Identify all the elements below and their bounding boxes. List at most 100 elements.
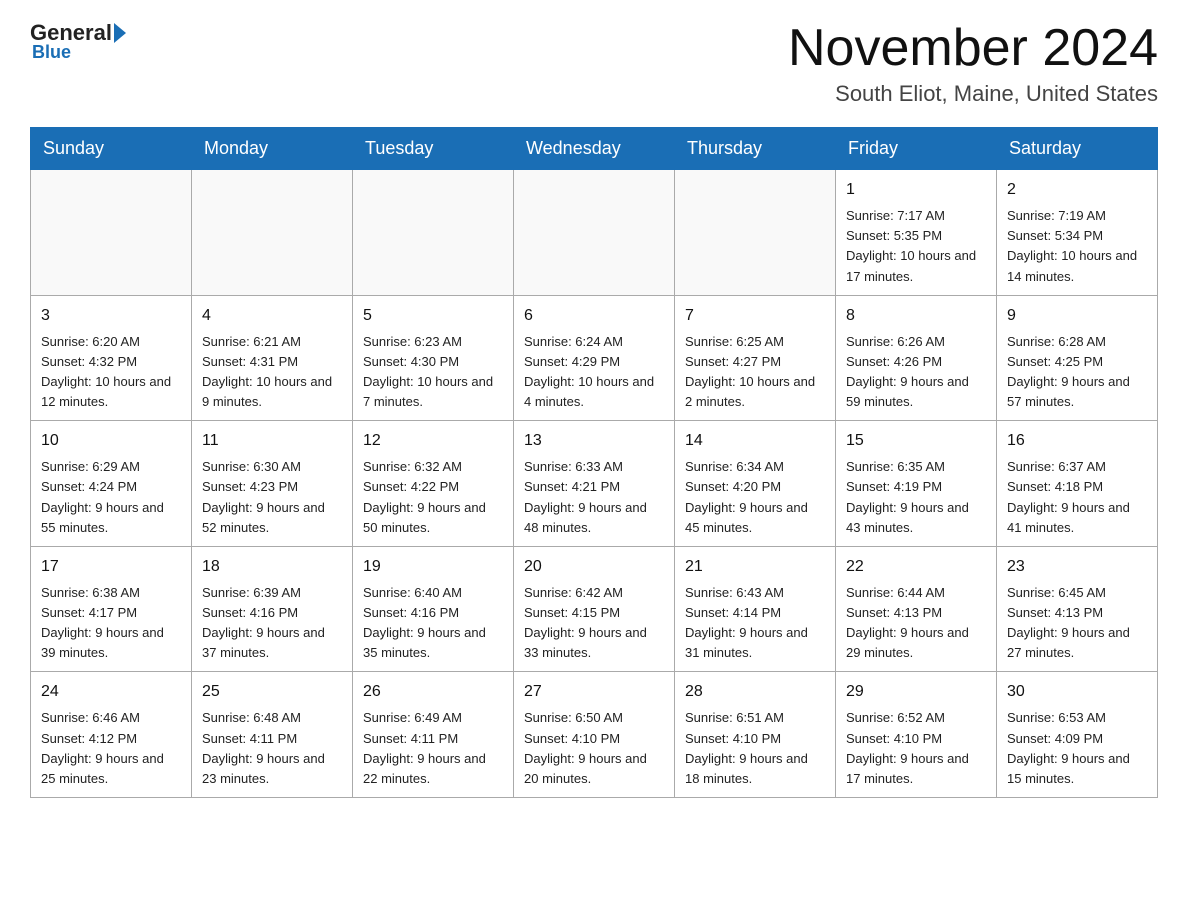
- table-row: 23 Sunrise: 6:45 AMSunset: 4:13 PMDayligh…: [997, 546, 1158, 672]
- day-number: 27: [524, 680, 664, 704]
- page-header: General Blue November 2024 South Eliot, …: [30, 20, 1158, 107]
- logo-blue-text: Blue: [30, 42, 71, 63]
- day-number: 6: [524, 304, 664, 328]
- day-number: 2: [1007, 178, 1147, 202]
- day-number: 22: [846, 555, 986, 579]
- day-number: 13: [524, 429, 664, 453]
- day-info: Sunrise: 6:20 AMSunset: 4:32 PMDaylight:…: [41, 332, 181, 413]
- day-number: 21: [685, 555, 825, 579]
- week-row-1: 1 Sunrise: 7:17 AMSunset: 5:35 PMDaylight…: [31, 170, 1158, 296]
- day-number: 1: [846, 178, 986, 202]
- day-number: 29: [846, 680, 986, 704]
- day-info: Sunrise: 6:44 AMSunset: 4:13 PMDaylight:…: [846, 583, 986, 664]
- table-row: 14 Sunrise: 6:34 AMSunset: 4:20 PMDayligh…: [675, 421, 836, 547]
- week-row-4: 17 Sunrise: 6:38 AMSunset: 4:17 PMDayligh…: [31, 546, 1158, 672]
- day-info: Sunrise: 6:23 AMSunset: 4:30 PMDaylight:…: [363, 332, 503, 413]
- week-row-2: 3 Sunrise: 6:20 AMSunset: 4:32 PMDaylight…: [31, 295, 1158, 421]
- table-row: 27Sunrise: 6:50 AMSunset: 4:10 PMDayligh…: [514, 672, 675, 798]
- table-row: 6 Sunrise: 6:24 AMSunset: 4:29 PMDaylight…: [514, 295, 675, 421]
- table-row: 1 Sunrise: 7:17 AMSunset: 5:35 PMDaylight…: [836, 170, 997, 296]
- table-row: 26Sunrise: 6:49 AMSunset: 4:11 PMDayligh…: [353, 672, 514, 798]
- day-info: Sunrise: 6:45 AMSunset: 4:13 PMDaylight:…: [1007, 583, 1147, 664]
- day-number: 25: [202, 680, 342, 704]
- day-info: Sunrise: 6:35 AMSunset: 4:19 PMDaylight:…: [846, 457, 986, 538]
- table-row: 11Sunrise: 6:30 AMSunset: 4:23 PMDayligh…: [192, 421, 353, 547]
- day-info: Sunrise: 7:17 AMSunset: 5:35 PMDaylight:…: [846, 206, 986, 287]
- day-number: 7: [685, 304, 825, 328]
- table-row: [675, 170, 836, 296]
- day-info: Sunrise: 7:19 AMSunset: 5:34 PMDaylight:…: [1007, 206, 1147, 287]
- logo-arrow-icon: [114, 23, 126, 43]
- calendar-table: Sunday Monday Tuesday Wednesday Thursday…: [30, 127, 1158, 798]
- logo-area: General Blue: [30, 20, 128, 63]
- day-info: Sunrise: 6:40 AMSunset: 4:16 PMDaylight:…: [363, 583, 503, 664]
- day-info: Sunrise: 6:38 AMSunset: 4:17 PMDaylight:…: [41, 583, 181, 664]
- header-sunday: Sunday: [31, 128, 192, 170]
- table-row: [353, 170, 514, 296]
- day-info: Sunrise: 6:21 AMSunset: 4:31 PMDaylight:…: [202, 332, 342, 413]
- header-thursday: Thursday: [675, 128, 836, 170]
- day-number: 15: [846, 429, 986, 453]
- day-info: Sunrise: 6:25 AMSunset: 4:27 PMDaylight:…: [685, 332, 825, 413]
- table-row: 4 Sunrise: 6:21 AMSunset: 4:31 PMDaylight…: [192, 295, 353, 421]
- day-info: Sunrise: 6:28 AMSunset: 4:25 PMDaylight:…: [1007, 332, 1147, 413]
- day-info: Sunrise: 6:48 AMSunset: 4:11 PMDaylight:…: [202, 708, 342, 789]
- table-row: 16Sunrise: 6:37 AMSunset: 4:18 PMDayligh…: [997, 421, 1158, 547]
- location-subtitle: South Eliot, Maine, United States: [788, 81, 1158, 107]
- day-info: Sunrise: 6:49 AMSunset: 4:11 PMDaylight:…: [363, 708, 503, 789]
- day-info: Sunrise: 6:37 AMSunset: 4:18 PMDaylight:…: [1007, 457, 1147, 538]
- week-row-3: 10 Sunrise: 6:29 AMSunset: 4:24 PMDayligh…: [31, 421, 1158, 547]
- table-row: 24 Sunrise: 6:46 AMSunset: 4:12 PMDayligh…: [31, 672, 192, 798]
- table-row: 17 Sunrise: 6:38 AMSunset: 4:17 PMDayligh…: [31, 546, 192, 672]
- day-info: Sunrise: 6:30 AMSunset: 4:23 PMDaylight:…: [202, 457, 342, 538]
- day-number: 19: [363, 555, 503, 579]
- table-row: 10 Sunrise: 6:29 AMSunset: 4:24 PMDayligh…: [31, 421, 192, 547]
- title-area: November 2024 South Eliot, Maine, United…: [788, 20, 1158, 107]
- header-friday: Friday: [836, 128, 997, 170]
- table-row: 13 Sunrise: 6:33 AMSunset: 4:21 PMDayligh…: [514, 421, 675, 547]
- day-number: 3: [41, 304, 181, 328]
- table-row: 5 Sunrise: 6:23 AMSunset: 4:30 PMDaylight…: [353, 295, 514, 421]
- day-number: 4: [202, 304, 342, 328]
- day-info: Sunrise: 6:26 AMSunset: 4:26 PMDaylight:…: [846, 332, 986, 413]
- table-row: 19 Sunrise: 6:40 AMSunset: 4:16 PMDayligh…: [353, 546, 514, 672]
- table-row: 18 Sunrise: 6:39 AMSunset: 4:16 PMDayligh…: [192, 546, 353, 672]
- day-number: 18: [202, 555, 342, 579]
- table-row: 25 Sunrise: 6:48 AMSunset: 4:11 PMDayligh…: [192, 672, 353, 798]
- day-info: Sunrise: 6:42 AMSunset: 4:15 PMDaylight:…: [524, 583, 664, 664]
- day-number: 5: [363, 304, 503, 328]
- day-info: Sunrise: 6:24 AMSunset: 4:29 PMDaylight:…: [524, 332, 664, 413]
- day-number: 30: [1007, 680, 1147, 704]
- table-row: 29 Sunrise: 6:52 AMSunset: 4:10 PMDayligh…: [836, 672, 997, 798]
- day-number: 10: [41, 429, 181, 453]
- week-row-5: 24 Sunrise: 6:46 AMSunset: 4:12 PMDayligh…: [31, 672, 1158, 798]
- day-number: 24: [41, 680, 181, 704]
- month-title: November 2024: [788, 20, 1158, 77]
- day-info: Sunrise: 6:33 AMSunset: 4:21 PMDaylight:…: [524, 457, 664, 538]
- day-info: Sunrise: 6:46 AMSunset: 4:12 PMDaylight:…: [41, 708, 181, 789]
- table-row: [192, 170, 353, 296]
- day-info: Sunrise: 6:51 AMSunset: 4:10 PMDaylight:…: [685, 708, 825, 789]
- table-row: [31, 170, 192, 296]
- table-row: 3 Sunrise: 6:20 AMSunset: 4:32 PMDaylight…: [31, 295, 192, 421]
- day-info: Sunrise: 6:34 AMSunset: 4:20 PMDaylight:…: [685, 457, 825, 538]
- table-row: [514, 170, 675, 296]
- day-info: Sunrise: 6:43 AMSunset: 4:14 PMDaylight:…: [685, 583, 825, 664]
- day-number: 17: [41, 555, 181, 579]
- day-number: 14: [685, 429, 825, 453]
- day-info: Sunrise: 6:52 AMSunset: 4:10 PMDaylight:…: [846, 708, 986, 789]
- table-row: 28 Sunrise: 6:51 AMSunset: 4:10 PMDayligh…: [675, 672, 836, 798]
- day-info: Sunrise: 6:29 AMSunset: 4:24 PMDaylight:…: [41, 457, 181, 538]
- day-number: 12: [363, 429, 503, 453]
- day-info: Sunrise: 6:39 AMSunset: 4:16 PMDaylight:…: [202, 583, 342, 664]
- header-saturday: Saturday: [997, 128, 1158, 170]
- table-row: 30Sunrise: 6:53 AMSunset: 4:09 PMDayligh…: [997, 672, 1158, 798]
- day-number: 28: [685, 680, 825, 704]
- table-row: 12Sunrise: 6:32 AMSunset: 4:22 PMDayligh…: [353, 421, 514, 547]
- day-number: 23: [1007, 555, 1147, 579]
- header-tuesday: Tuesday: [353, 128, 514, 170]
- table-row: 9 Sunrise: 6:28 AMSunset: 4:25 PMDaylight…: [997, 295, 1158, 421]
- table-row: 8Sunrise: 6:26 AMSunset: 4:26 PMDaylight…: [836, 295, 997, 421]
- table-row: 22 Sunrise: 6:44 AMSunset: 4:13 PMDayligh…: [836, 546, 997, 672]
- day-number: 9: [1007, 304, 1147, 328]
